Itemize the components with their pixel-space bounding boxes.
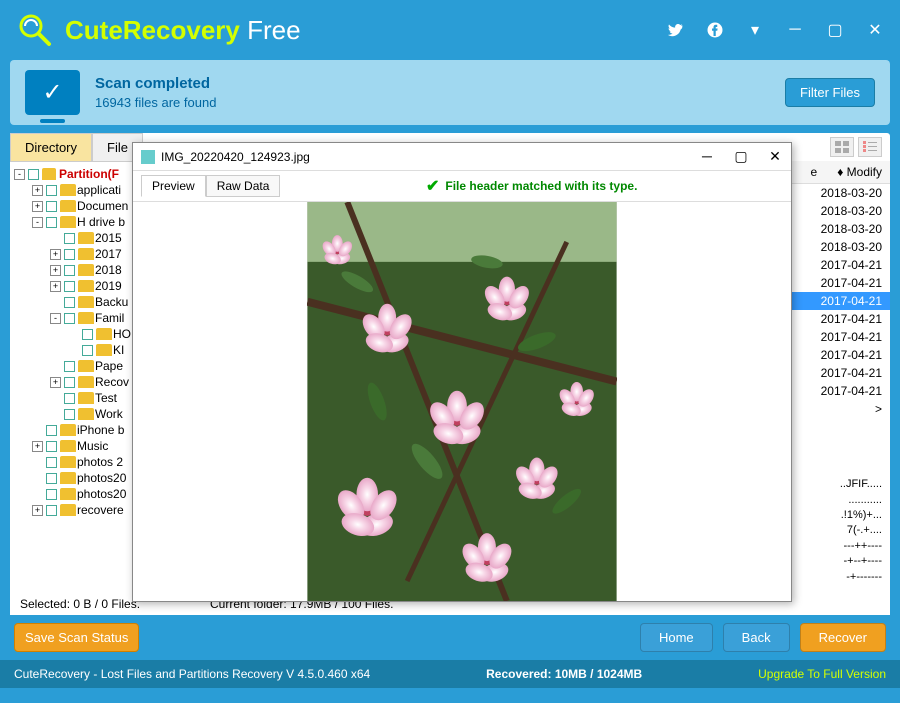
preview-filename: IMG_20220420_124923.jpg [161,150,310,164]
footer-recovered: Recovered: 10MB / 1024MB [486,667,642,681]
grid-view-icon[interactable] [830,137,854,157]
tab-directory[interactable]: Directory [10,133,92,161]
upgrade-link[interactable]: Upgrade To Full Version [758,667,886,681]
preview-image [133,202,791,601]
preview-close-icon[interactable]: ✕ [767,148,783,165]
status-text: Scan completed 16943 files are found [95,75,216,110]
preview-tabs-row: Preview Raw Data ✔ File header matched w… [133,171,791,202]
monitor-check-icon: ✓ [25,70,80,115]
view-toggles [830,137,882,157]
scan-status-subtitle: 16943 files are found [95,95,216,110]
preview-window: IMG_20220420_124923.jpg ─ ▢ ✕ Preview Ra… [132,142,792,602]
checkmark-icon: ✔ [426,176,439,196]
close-icon[interactable]: ✕ [865,20,885,40]
preview-titlebar[interactable]: IMG_20220420_124923.jpg ─ ▢ ✕ [133,143,791,171]
filter-files-button[interactable]: Filter Files [785,78,875,107]
col-modify[interactable]: ♦ Modify [837,165,882,179]
footer: CuteRecovery - Lost Files and Partitions… [0,660,900,688]
footer-version: CuteRecovery - Lost Files and Partitions… [14,667,370,681]
titlebar: CuteRecovery Free ▾ ─ ▢ ✕ [0,0,900,60]
home-button[interactable]: Home [640,623,713,652]
facebook-icon[interactable] [705,20,725,40]
maximize-icon[interactable]: ▢ [825,20,845,40]
app-title: CuteRecovery Free [65,15,301,46]
back-button[interactable]: Back [723,623,790,652]
recover-button[interactable]: Recover [800,623,886,652]
title-controls: ▾ ─ ▢ ✕ [665,20,885,40]
app-logo-icon [15,10,55,50]
preview-status: ✔ File header matched with its type. [280,176,783,196]
status-bar: ✓ Scan completed 16943 files are found F… [10,60,890,125]
preview-maximize-icon[interactable]: ▢ [733,148,749,165]
minimize-icon[interactable]: ─ [785,20,805,40]
preview-tab-rawdata[interactable]: Raw Data [206,175,281,197]
preview-minimize-icon[interactable]: ─ [699,148,715,165]
list-view-icon[interactable] [858,137,882,157]
preview-tab-preview[interactable]: Preview [141,175,206,197]
scan-status-title: Scan completed [95,75,216,92]
save-scan-status-button[interactable]: Save Scan Status [14,623,139,652]
bottom-buttons: Save Scan Status Home Back Recover [0,615,900,660]
preview-file-icon [141,150,155,164]
dropdown-icon[interactable]: ▾ [745,20,765,40]
col-size[interactable]: e [811,165,818,179]
twitter-icon[interactable] [665,20,685,40]
